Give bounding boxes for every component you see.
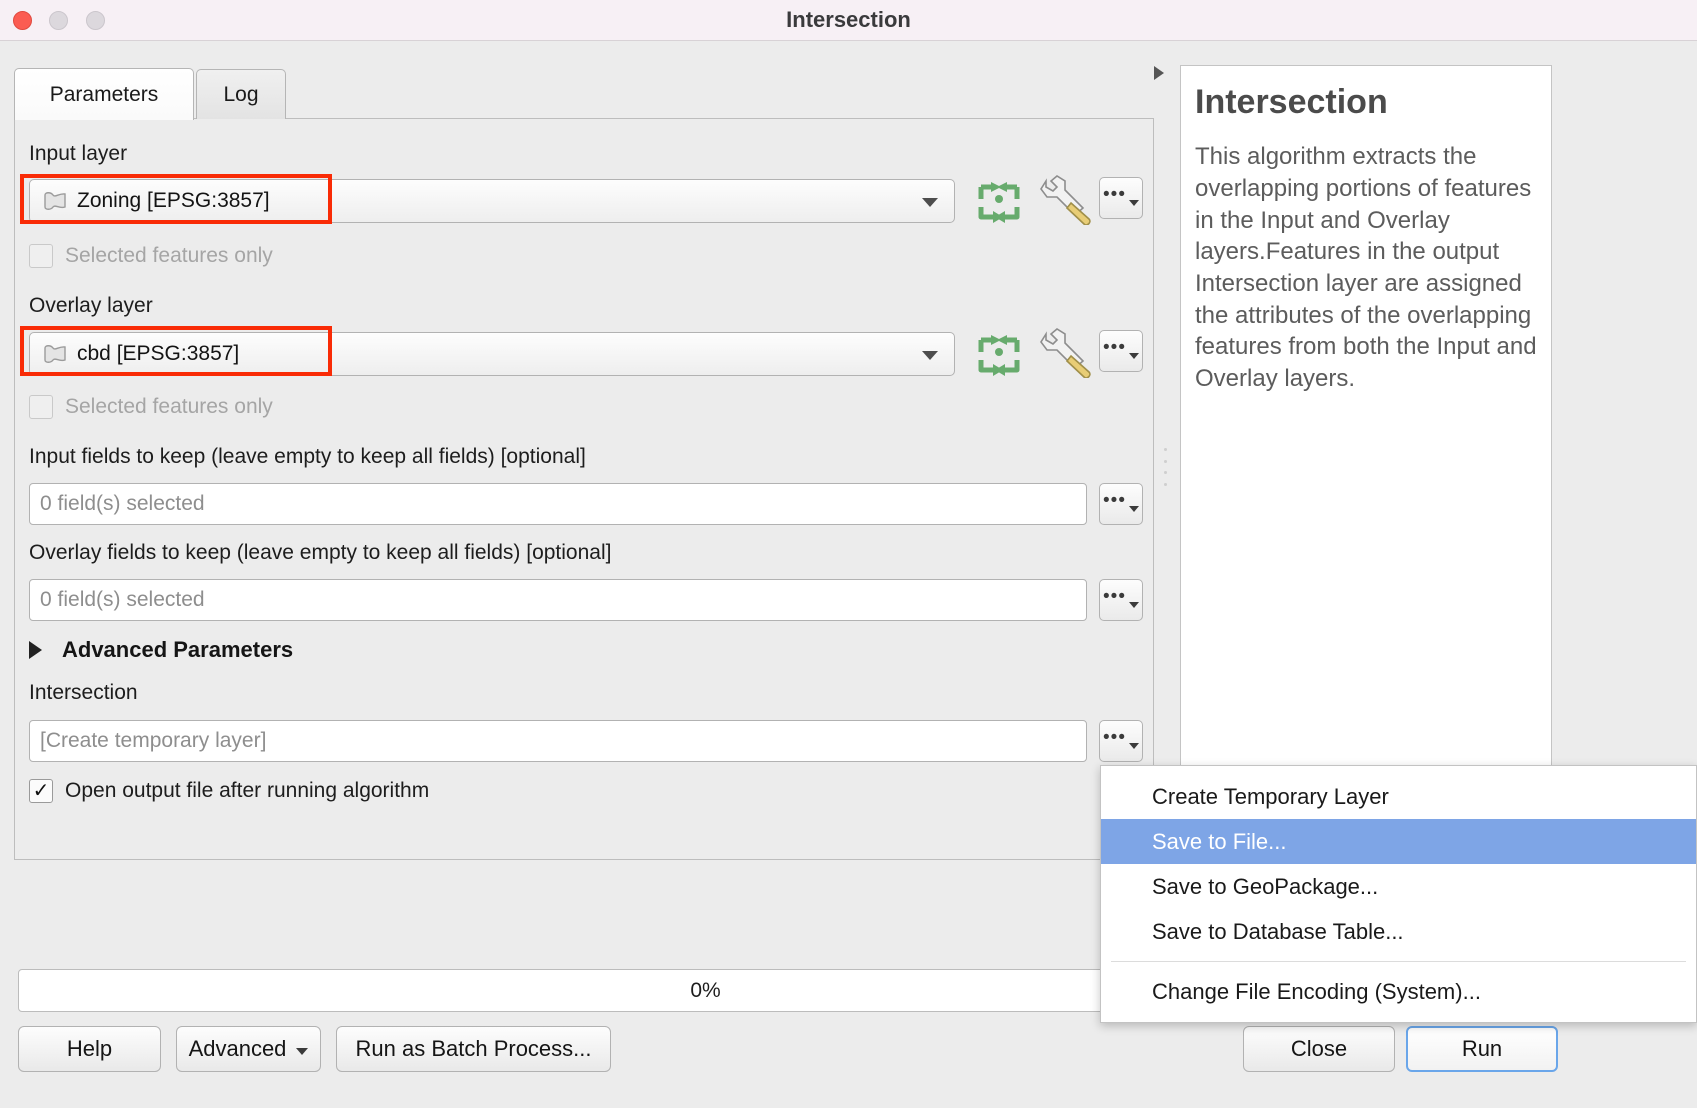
parameters-content: Input layer Zoning [EPSG:3857] — [15, 119, 1153, 859]
tab-log-label: Log — [223, 83, 258, 107]
chevron-down-icon — [296, 1048, 308, 1055]
dots-glyph: ••• — [1103, 344, 1126, 352]
chevron-down-icon — [1129, 602, 1139, 608]
input-selected-features-only-checkbox[interactable]: Selected features only — [29, 244, 273, 268]
splitter-dot — [1164, 483, 1167, 486]
menu-item-label: Save to File... — [1152, 829, 1287, 855]
menu-separator — [1111, 961, 1686, 962]
advanced-parameters-label: Advanced Parameters — [62, 637, 293, 663]
run-button[interactable]: Run — [1406, 1026, 1558, 1072]
panel-splitter-handle[interactable] — [1160, 448, 1170, 486]
dots-glyph: ••• — [1103, 497, 1126, 505]
tab-log[interactable]: Log — [196, 69, 286, 119]
chevron-down-icon[interactable] — [922, 198, 938, 207]
window-titlebar: Intersection — [0, 0, 1697, 41]
menu-item-save-to-file[interactable]: Save to File... — [1101, 819, 1696, 864]
menu-item-create-temporary-layer[interactable]: Create Temporary Layer — [1101, 774, 1696, 819]
menu-item-change-file-encoding[interactable]: Change File Encoding (System)... — [1101, 969, 1696, 1014]
overlay-layer-combo[interactable]: cbd [EPSG:3857] — [29, 332, 955, 376]
overlay-fields-browse-button[interactable]: ••• — [1099, 579, 1143, 621]
input-layer-label: Input layer — [29, 142, 127, 166]
checkbox-box — [29, 244, 53, 268]
collapse-help-panel-arrow[interactable] — [1154, 66, 1164, 80]
run-as-batch-process-button[interactable]: Run as Batch Process... — [336, 1026, 611, 1072]
overlay-layer-value: cbd [EPSG:3857] — [77, 342, 239, 366]
chevron-down-icon[interactable] — [922, 351, 938, 360]
open-output-file-checkbox[interactable]: ✓ Open output file after running algorit… — [29, 779, 429, 803]
splitter-dot — [1164, 460, 1167, 463]
input-layer-value: Zoning [EPSG:3857] — [77, 189, 270, 213]
input-iterate-icon[interactable] — [973, 177, 1025, 225]
advanced-button[interactable]: Advanced — [176, 1026, 321, 1072]
window-title: Intersection — [0, 0, 1697, 40]
overlay-fields-value[interactable]: 0 field(s) selected — [29, 579, 1087, 621]
overlay-layer-browse-button[interactable]: ••• — [1099, 330, 1143, 372]
chevron-down-icon — [1129, 353, 1139, 359]
polygon-layer-icon — [42, 344, 68, 364]
chevron-down-icon — [1129, 506, 1139, 512]
output-browse-button[interactable]: ••• — [1099, 720, 1143, 762]
close-button-label: Close — [1291, 1036, 1347, 1062]
overlay-selected-features-only-checkbox[interactable]: Selected features only — [29, 395, 273, 419]
overlay-wrench-icon[interactable] — [1037, 328, 1089, 376]
input-layer-browse-button[interactable]: ••• — [1099, 177, 1143, 219]
overlay-iterate-icon[interactable] — [973, 330, 1025, 378]
output-path-input[interactable]: [Create temporary layer] — [29, 720, 1087, 762]
dots-glyph: ••• — [1103, 191, 1126, 199]
algorithm-help-panel: Intersection This algorithm extracts the… — [1180, 65, 1552, 795]
output-destination-context-menu[interactable]: Create Temporary Layer Save to File... S… — [1100, 765, 1697, 1023]
chevron-down-icon — [1129, 200, 1139, 206]
splitter-dot — [1164, 471, 1167, 474]
input-selected-features-only-label: Selected features only — [65, 244, 273, 268]
splitter-dot — [1164, 448, 1167, 451]
tab-parameters-label: Parameters — [50, 83, 159, 107]
input-layer-combo[interactable]: Zoning [EPSG:3857] — [29, 179, 955, 223]
open-output-file-label: Open output file after running algorithm — [65, 779, 429, 803]
output-label: Intersection — [29, 681, 138, 705]
checkbox-box — [29, 395, 53, 419]
menu-item-label: Create Temporary Layer — [1152, 784, 1389, 810]
polygon-layer-icon — [42, 191, 68, 211]
checkbox-box: ✓ — [29, 779, 53, 803]
input-wrench-icon[interactable] — [1037, 175, 1089, 223]
menu-item-save-to-geopackage[interactable]: Save to GeoPackage... — [1101, 864, 1696, 909]
advanced-button-label: Advanced — [189, 1036, 287, 1062]
intersection-dialog: Intersection Parameters Log Input layer … — [0, 0, 1697, 1108]
run-button-label: Run — [1462, 1036, 1502, 1062]
menu-item-save-to-database-table[interactable]: Save to Database Table... — [1101, 909, 1696, 954]
chevron-down-icon — [1129, 743, 1139, 749]
help-body: This algorithm extracts the overlapping … — [1195, 141, 1552, 394]
overlay-fields-label: Overlay fields to keep (leave empty to k… — [29, 541, 611, 565]
help-button[interactable]: Help — [18, 1026, 161, 1072]
help-button-label: Help — [67, 1036, 112, 1062]
input-fields-value[interactable]: 0 field(s) selected — [29, 483, 1087, 525]
menu-item-label: Save to GeoPackage... — [1152, 874, 1378, 900]
menu-item-label: Save to Database Table... — [1152, 919, 1404, 945]
dots-glyph: ••• — [1103, 734, 1126, 742]
input-fields-label: Input fields to keep (leave empty to kee… — [29, 445, 586, 469]
help-title: Intersection — [1195, 84, 1533, 121]
overlay-layer-label: Overlay layer — [29, 294, 153, 318]
tab-bar: Parameters Log — [14, 68, 1154, 120]
close-button[interactable]: Close — [1243, 1026, 1395, 1072]
menu-item-label: Change File Encoding (System)... — [1152, 979, 1481, 1005]
overlay-selected-features-only-label: Selected features only — [65, 395, 273, 419]
tab-parameters[interactable]: Parameters — [14, 68, 194, 120]
parameters-scroll-area[interactable]: Input layer Zoning [EPSG:3857] — [14, 118, 1154, 860]
chevron-right-icon — [29, 641, 42, 659]
input-fields-browse-button[interactable]: ••• — [1099, 483, 1143, 525]
dots-glyph: ••• — [1103, 593, 1126, 601]
advanced-parameters-section-toggle[interactable]: Advanced Parameters — [29, 637, 293, 663]
run-as-batch-label: Run as Batch Process... — [356, 1036, 592, 1062]
